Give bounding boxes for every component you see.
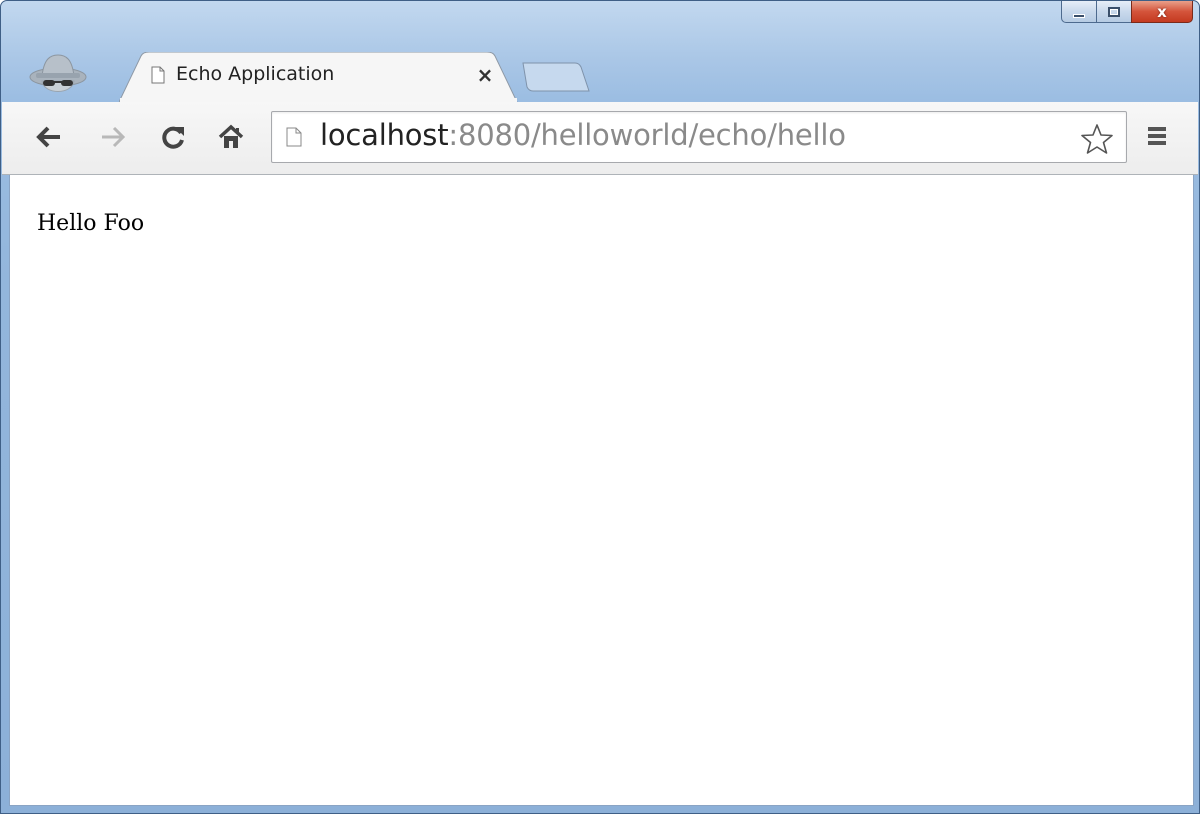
- maximize-icon: [1108, 6, 1120, 17]
- menu-button[interactable]: [1142, 122, 1172, 152]
- url-host: localhost: [320, 118, 449, 152]
- arrow-right-icon: [102, 126, 126, 148]
- maximize-button[interactable]: [1096, 1, 1131, 23]
- page-content: Hello Foo: [9, 175, 1194, 806]
- toolbar: localhost:8080/helloworld/echo/hello: [2, 102, 1198, 175]
- browser-window: x Echo Application × localhost:8080/hell…: [0, 0, 1200, 814]
- arrow-left-icon: [36, 126, 60, 148]
- reload-icon: [162, 126, 184, 149]
- back-button[interactable]: [32, 120, 66, 154]
- new-tab-button[interactable]: [521, 61, 591, 93]
- home-button[interactable]: [214, 120, 248, 154]
- home-icon: [218, 124, 244, 148]
- page-text: Hello Foo: [37, 211, 145, 236]
- close-window-button[interactable]: x: [1131, 1, 1193, 23]
- page-icon: [286, 127, 302, 147]
- tab-close-button[interactable]: ×: [475, 64, 495, 86]
- url-text: localhost:8080/helloworld/echo/hello: [320, 118, 846, 152]
- menu-icon: [1142, 122, 1172, 145]
- page-icon: [151, 66, 165, 84]
- close-icon: x: [1157, 2, 1167, 21]
- incognito-icon: [29, 54, 87, 92]
- tab-echo-application[interactable]: Echo Application ×: [119, 52, 519, 102]
- tab-title: Echo Application: [176, 63, 335, 85]
- address-bar[interactable]: localhost:8080/helloworld/echo/hello: [271, 111, 1127, 163]
- minimize-icon: [1073, 13, 1085, 18]
- minimize-button[interactable]: [1061, 1, 1096, 23]
- reload-button[interactable]: [157, 120, 191, 154]
- window-controls: x: [1061, 1, 1193, 43]
- url-path: :8080/helloworld/echo/hello: [448, 118, 846, 152]
- bookmark-star-button[interactable]: [1081, 123, 1113, 155]
- forward-button[interactable]: [96, 120, 130, 154]
